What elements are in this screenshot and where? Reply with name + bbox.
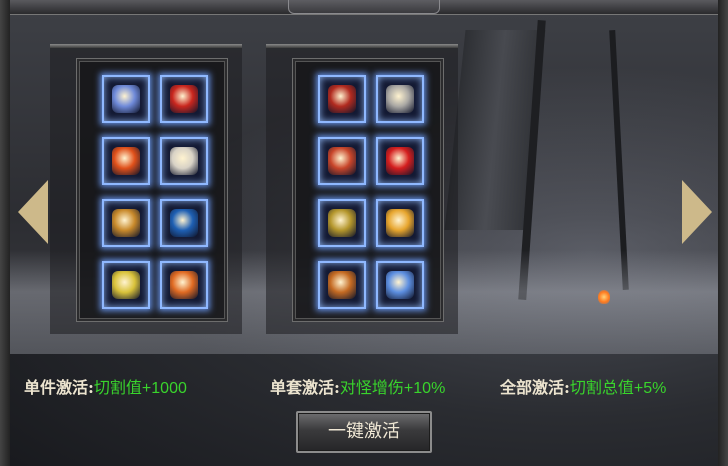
equipment-slot[interactable] xyxy=(160,75,208,123)
prev-page-arrow-icon[interactable] xyxy=(18,180,48,244)
red-sword-icon xyxy=(328,85,356,113)
red-wings-icon xyxy=(170,85,198,113)
equipment-slot[interactable] xyxy=(376,137,424,185)
gold-shield-icon xyxy=(112,271,140,299)
game-window: 单件激活:切割值+1000 单套激活:对怪增伤+10% 全部激活:切割总值+5%… xyxy=(0,0,728,466)
title-plate xyxy=(288,0,440,14)
bonus-label: 单套激活: xyxy=(270,378,340,397)
single-item-bonus: 单件激活:切割值+1000 xyxy=(24,376,187,400)
activate-all-button[interactable]: 一键激活 xyxy=(296,411,432,453)
equipment-slot[interactable] xyxy=(318,137,366,185)
left-shelf xyxy=(50,44,242,48)
equipment-slot[interactable] xyxy=(318,261,366,309)
red-flame-orb-icon xyxy=(386,147,414,175)
equipment-slot[interactable] xyxy=(318,75,366,123)
blue-orb-icon xyxy=(170,209,198,237)
equipment-slot[interactable] xyxy=(160,261,208,309)
equipment-slot[interactable] xyxy=(102,261,150,309)
right-set-panel xyxy=(292,58,444,322)
right-frame xyxy=(718,0,728,466)
silver-armor-icon xyxy=(386,85,414,113)
bonus-value: 对怪增伤+10% xyxy=(339,380,446,397)
equipment-slot[interactable] xyxy=(160,137,208,185)
blue-lantern-icon xyxy=(386,271,414,299)
blue-blade-icon xyxy=(112,85,140,113)
next-page-arrow-icon[interactable] xyxy=(682,180,712,244)
silver-necklace-icon xyxy=(170,147,198,175)
crimson-star-icon xyxy=(328,147,356,175)
left-frame xyxy=(0,0,10,466)
flame-beast-icon xyxy=(112,147,140,175)
demon-helm-icon xyxy=(328,271,356,299)
equipment-slot[interactable] xyxy=(102,137,150,185)
fire-spirit-icon xyxy=(170,271,198,299)
gold-emblem-icon xyxy=(386,209,414,237)
equipment-slot[interactable] xyxy=(102,199,150,247)
gold-gauntlet-icon xyxy=(328,209,356,237)
left-set-panel xyxy=(76,58,228,322)
equipment-slot[interactable] xyxy=(376,199,424,247)
equipment-slot[interactable] xyxy=(102,75,150,123)
bonus-value: 切割总值+5% xyxy=(569,380,667,397)
bonus-label: 单件激活: xyxy=(24,378,94,397)
all-sets-bonus: 全部激活:切割总值+5% xyxy=(500,376,666,400)
right-shelf xyxy=(266,44,458,48)
equipment-slot[interactable] xyxy=(318,199,366,247)
single-set-bonus: 单套激活:对怪增伤+10% xyxy=(270,376,445,400)
campfire-icon xyxy=(598,290,610,304)
bonus-value: 切割值+1000 xyxy=(93,380,187,397)
equipment-slot[interactable] xyxy=(376,261,424,309)
equipment-slot[interactable] xyxy=(376,75,424,123)
gold-ring-icon xyxy=(112,209,140,237)
equipment-slot[interactable] xyxy=(160,199,208,247)
bonus-label: 全部激活: xyxy=(500,378,570,397)
